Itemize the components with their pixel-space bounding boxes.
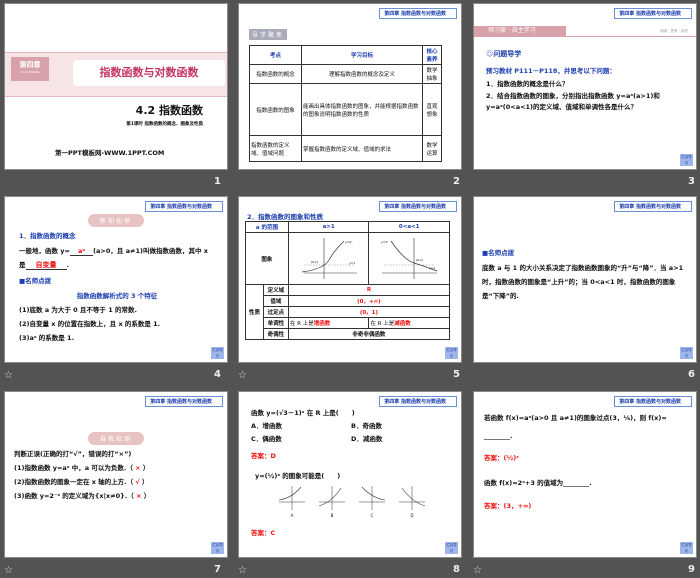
lesson-subtitle: 第1课时 指数函数的概念、图象及性质 <box>126 122 203 127</box>
slide-thumbnail-2[interactable]: 第四章 指数函数与对数函数 导学聚焦 考点 学习目标 核心素养 指数函数的概念 理解指… <box>238 3 462 170</box>
graph-increasing: y=aˣ (0,1) y=1 <box>287 232 370 285</box>
section-heading: 2．指数函数的图象和性质 <box>247 213 324 221</box>
svg-text:y=1: y=1 <box>429 266 435 270</box>
tips-text: 底数 a 与 1 的大小关系决定了指数函数图象的“升”与“降”．当 a>1 时，… <box>482 264 684 300</box>
chapter-title: 指数函数与对数函数 <box>73 60 225 86</box>
item-1: (1)指数函数 y=aˣ 中，a 可以为负数.（ × ） <box>14 464 150 472</box>
chapter-tag: 第四章 指数函数与对数函数 <box>379 396 457 407</box>
slide-number: 7 <box>214 564 221 575</box>
slide-thumbnail-8[interactable]: 第四章 指数函数与对数函数 函数 y=(√3－1)ˣ 在 R 上是( ) A．增… <box>238 391 462 558</box>
section-pill: 自我检测 <box>87 432 145 445</box>
chapter-badge: 第四章 DI SI ZHANG <box>11 57 49 81</box>
intro-text: 预习教材 P111－P118，并思考以下问题： <box>486 67 616 75</box>
back-to-index-button[interactable]: 栏目导引 <box>445 542 458 554</box>
chapter-tag: 第四章 指数函数与对数函数 <box>379 8 457 19</box>
back-to-index-button[interactable]: 栏目导引 <box>445 347 458 359</box>
option-a: A．增函数 <box>251 422 283 430</box>
answer-1: 答案：D <box>251 452 276 460</box>
svg-text:y=1: y=1 <box>349 261 355 265</box>
chapter-tag: 第四章 指数函数与对数函数 <box>379 201 457 212</box>
svg-text:y=aˣ: y=aˣ <box>345 240 353 244</box>
slide-number: 3 <box>688 176 695 187</box>
back-to-index-button[interactable]: 栏目导引 <box>680 347 693 359</box>
chapter-tag: 第四章 指数函数与对数函数 <box>614 201 692 212</box>
slide-number: 9 <box>688 564 695 575</box>
svg-text:(0,1): (0,1) <box>311 260 318 264</box>
answer-blank: ________. <box>484 432 513 440</box>
answer-2: 答案：(3，+∞) <box>484 502 532 510</box>
star-icon[interactable]: ☆ <box>473 565 482 576</box>
back-to-index-button[interactable]: 栏目导引 <box>680 542 693 554</box>
chapter-tag: 第四章 指数函数与对数函数 <box>145 201 223 212</box>
chapter-tag: 第四章 指数函数与对数函数 <box>614 8 692 19</box>
feature-3: (3)aˣ 的系数是 1. <box>19 334 75 342</box>
slide-thumbnail-4[interactable]: 第四章 指数函数与对数函数 新知初探 1．指数函数的概念 一般地，函数 y= aˣ… <box>4 196 228 363</box>
graph-decreasing: y=aˣ (0,1) y=1 <box>368 232 450 285</box>
section-banner: 预习案 · 自主学习 <box>474 26 566 36</box>
item-2: (2)指数函数的图象一定在 x 轴的上方.（ √ ） <box>14 478 149 486</box>
tips-heading: ■名师点拨 <box>482 249 515 257</box>
back-to-index-button[interactable]: 栏目导引 <box>680 154 693 166</box>
svg-text:y=aˣ: y=aˣ <box>381 240 389 244</box>
slide-number: 5 <box>453 369 460 380</box>
section-pill: 新知初探 <box>87 214 145 227</box>
item-3: (3)函数 y=2⁻ˣ 的定义域为{x|x≠0}.（ × ） <box>14 492 151 500</box>
slide-thumbnail-5[interactable]: 第四章 指数函数与对数函数 2．指数函数的图象和性质 a 的范围 a>1 0<a<1… <box>238 196 462 363</box>
slide-thumbnail-9[interactable]: 第四章 指数函数与对数函数 若函数 f(x)=aˣ(a>0 且 a≠1)的图象过… <box>473 391 697 558</box>
svg-text:(0,1): (0,1) <box>416 258 423 262</box>
instruction: 判断正误(正确的打“√”，错误的打“×”) <box>14 450 132 458</box>
question-2: y=(½)ˣ 的图象可能是( ) <box>255 472 341 480</box>
option-b: B．奇函数 <box>351 422 382 430</box>
slide-number: 6 <box>688 369 695 380</box>
footer-text: 第一PPT模板网-WWW.1PPT.COM <box>55 149 165 157</box>
option-c: C．偶函数 <box>251 435 282 443</box>
option-d: D．减函数 <box>351 435 383 443</box>
question-2: 2．结合指数函数的图象，分别指出指数函数 y=aˣ(a>1)和 y=aˣ(0<a… <box>486 92 660 111</box>
star-icon[interactable]: ☆ <box>238 565 247 576</box>
tips-heading: ■名师点拨 <box>19 277 52 285</box>
answer-1: 答案：(½)ˣ <box>484 454 519 462</box>
star-icon[interactable]: ☆ <box>4 565 13 576</box>
banner-right-text: 阅读 · 思考 · 探究 <box>660 29 688 33</box>
slide-thumbnail-6[interactable]: 第四章 指数函数与对数函数 ■名师点拨 底数 a 与 1 的大小关系决定了指数函… <box>473 196 697 363</box>
back-to-index-button[interactable]: 栏目导引 <box>211 347 224 359</box>
question-1: 1．指数函数的概念是什么？ <box>486 80 569 88</box>
chapter-tag: 第四章 指数函数与对数函数 <box>145 396 223 407</box>
slide-number: 4 <box>214 369 221 380</box>
question-2: 函数 f(x)=2ˣ+3 的值域为________. <box>484 479 592 487</box>
slide-number: 1 <box>214 176 221 187</box>
features-heading: 指数函数解析式的 3 个特征 <box>76 292 158 300</box>
back-to-index-button[interactable]: 栏目导引 <box>211 542 224 554</box>
slide-number: 2 <box>453 176 460 187</box>
banner-line <box>474 36 696 37</box>
concept-heading: 1．指数函数的概念 <box>19 232 76 240</box>
chapter-tag: 第四章 指数函数与对数函数 <box>614 396 692 407</box>
star-icon[interactable]: ☆ <box>238 370 247 381</box>
feature-2: (2)自变量 x 的位置在指数上，且 x 的系数是 1. <box>19 320 161 328</box>
graph-options: A B C D <box>277 484 427 518</box>
definition-line: 一般地，函数 y= aˣ (a>0，且 a≠1)叫做指数函数，其中 x <box>19 247 208 256</box>
definition-line-2: 是自变量. <box>19 261 69 270</box>
slide-thumbnail-3[interactable]: 第四章 指数函数与对数函数 预习案 · 自主学习 阅读 · 思考 · 探究 ☺问… <box>473 3 697 170</box>
question-1: 若函数 f(x)=aˣ(a>0 且 a≠1)的图象过点(3，⅛)，则 f(x)= <box>484 414 667 422</box>
feature-1: (1)底数 a 为大于 0 且不等于 1 的常数. <box>19 306 137 314</box>
question-heading: ☺问题导学 <box>486 50 522 58</box>
properties-table: a 的范围 a>1 0<a<1 图象 y=aˣ (0,1) y=1 y=aˣ (0,1) y… <box>245 221 451 340</box>
question-1: 函数 y=(√3－1)ˣ 在 R 上是( ) <box>251 409 355 417</box>
section-title: 4.2 指数函数 <box>135 104 203 117</box>
slide-thumbnail-1[interactable]: 第四章 DI SI ZHANG 指数函数与对数函数 4.2 指数函数 第1课时 指… <box>4 3 228 170</box>
slide-thumbnail-7[interactable]: 第四章 指数函数与对数函数 自我检测 判断正误(正确的打“√”，错误的打“×”)… <box>4 391 228 558</box>
star-icon[interactable]: ☆ <box>4 370 13 381</box>
objectives-table: 考点 学习目标 核心素养 指数函数的概念 理解指数函数的概念及定义 数学抽象 指数函数的… <box>249 45 442 162</box>
answer-2: 答案：C <box>251 529 276 537</box>
slide-number: 8 <box>453 564 460 575</box>
section-heading: 导学聚焦 <box>249 29 288 40</box>
